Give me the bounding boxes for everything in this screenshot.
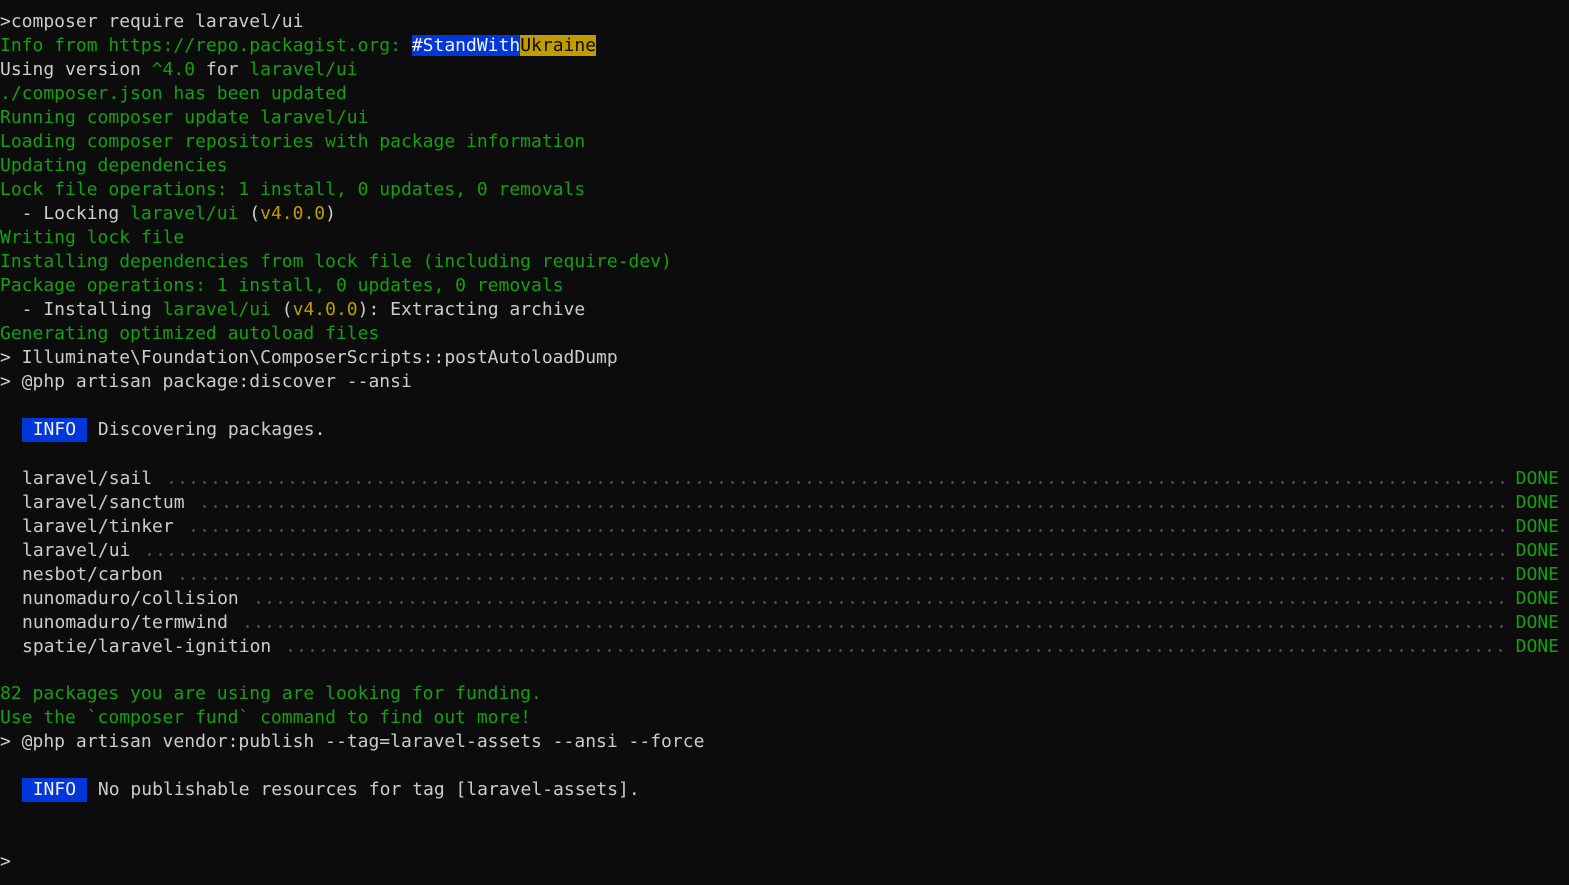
package-status: DONE xyxy=(1515,563,1559,585)
info-line: Info from https://repo.packagist.org: #S… xyxy=(0,34,1569,58)
stand-with-highlight: #StandWith xyxy=(411,35,521,56)
command-line: >composer require laravel/ui xyxy=(0,10,1569,34)
package-status: DONE xyxy=(1515,539,1559,561)
package-name: nunomaduro/termwind xyxy=(22,611,228,633)
installing-suffix: ): Extracting archive xyxy=(357,299,586,320)
package-row: nesbot/carbon DONE xyxy=(0,562,1569,586)
using-version-for: for xyxy=(195,59,250,80)
installing-version: v4.0.0 xyxy=(292,299,358,320)
funding-line: 82 packages you are using are looking fo… xyxy=(0,683,542,704)
package-discover-line: > @php artisan package:discover --ansi xyxy=(0,371,412,392)
no-publishable-text: No publishable resources for tag [larave… xyxy=(87,779,640,800)
vendor-publish-line: > @php artisan vendor:publish --tag=lara… xyxy=(0,731,705,752)
composer-json-updated-line: ./composer.json has been updated xyxy=(0,83,347,104)
ukraine-highlight: Ukraine xyxy=(520,35,597,56)
package-row: nunomaduro/collision DONE xyxy=(0,586,1569,610)
dot-leader xyxy=(285,648,1504,652)
using-version-prefix: Using version xyxy=(0,59,152,80)
info-badge: INFO xyxy=(21,778,88,802)
locking-line: - Locking laravel/ui (v4.0.0) xyxy=(0,202,1569,226)
package-status: DONE xyxy=(1515,467,1559,489)
generating-autoload-line: Generating optimized autoload files xyxy=(0,323,380,344)
dot-leader xyxy=(198,504,1504,508)
package-name: nunomaduro/collision xyxy=(22,587,239,609)
package-status: DONE xyxy=(1515,515,1559,537)
package-row: spatie/laravel-ignition DONE xyxy=(0,634,1569,658)
no-publishable-line: INFO No publishable resources for tag [l… xyxy=(0,778,1569,802)
package-name: nesbot/carbon xyxy=(22,563,163,585)
locking-open-paren: ( xyxy=(238,203,261,224)
discovering-line: INFO Discovering packages. xyxy=(0,418,1569,442)
package-status: DONE xyxy=(1515,587,1559,609)
package-row: laravel/sanctum DONE xyxy=(0,490,1569,514)
package-name: laravel/sail xyxy=(22,467,153,489)
installing-open-paren: ( xyxy=(270,299,293,320)
command-text: >composer require laravel/ui xyxy=(0,11,304,32)
updating-deps-line: Updating dependencies xyxy=(0,155,228,176)
funding-hint-line: Use the `composer fund` command to find … xyxy=(0,707,532,728)
loading-repos-line: Loading composer repositories with packa… xyxy=(0,131,586,152)
prompt-line[interactable]: > xyxy=(0,850,1569,874)
dot-leader xyxy=(187,528,1504,532)
locking-prefix: - Locking xyxy=(0,203,131,224)
package-name: laravel/tinker xyxy=(22,515,174,537)
using-version-line: Using version ^4.0 for laravel/ui xyxy=(0,58,1569,82)
installing-package: laravel/ui xyxy=(162,299,271,320)
locking-version: v4.0.0 xyxy=(260,203,326,224)
running-update-line: Running composer update laravel/ui xyxy=(0,107,369,128)
package-row: laravel/sail DONE xyxy=(0,466,1569,490)
package-row: laravel/tinker DONE xyxy=(0,514,1569,538)
package-name: laravel/ui xyxy=(22,539,131,561)
post-autoload-line: > Illuminate\Foundation\ComposerScripts:… xyxy=(0,347,618,368)
installing-line: - Installing laravel/ui (v4.0.0): Extrac… xyxy=(0,298,1569,322)
info-badge: INFO xyxy=(21,418,88,442)
package-name: laravel/sanctum xyxy=(22,491,185,513)
dot-leader xyxy=(176,576,1504,580)
package-status: DONE xyxy=(1515,491,1559,513)
discovering-text: Discovering packages. xyxy=(87,419,326,440)
dot-leader xyxy=(144,552,1504,556)
package-ops-line: Package operations: 1 install, 0 updates… xyxy=(0,275,564,296)
locking-package: laravel/ui xyxy=(130,203,239,224)
package-list: laravel/sail DONE laravel/sanctum DONE lar… xyxy=(0,466,1569,658)
installing-deps-line: Installing dependencies from lock file (… xyxy=(0,251,672,272)
terminal-window[interactable]: >composer require laravel/ui Info from h… xyxy=(0,0,1569,885)
lock-ops-line: Lock file operations: 1 install, 0 updat… xyxy=(0,179,586,200)
package-status: DONE xyxy=(1515,635,1559,657)
installing-prefix: - Installing xyxy=(0,299,163,320)
info-from-text: Info from https://repo.packagist.org: xyxy=(0,35,412,56)
using-version-package: laravel/ui xyxy=(249,59,358,80)
dot-leader xyxy=(166,480,1504,484)
package-row: laravel/ui DONE xyxy=(0,538,1569,562)
package-status: DONE xyxy=(1515,611,1559,633)
package-row: nunomaduro/termwind DONE xyxy=(0,610,1569,634)
version-constraint: ^4.0 xyxy=(151,59,196,80)
writing-lock-line: Writing lock file xyxy=(0,227,185,248)
package-name: spatie/laravel-ignition xyxy=(22,635,272,657)
dot-leader xyxy=(252,600,1504,604)
locking-close-paren: ) xyxy=(325,203,336,224)
dot-leader xyxy=(241,624,1504,628)
